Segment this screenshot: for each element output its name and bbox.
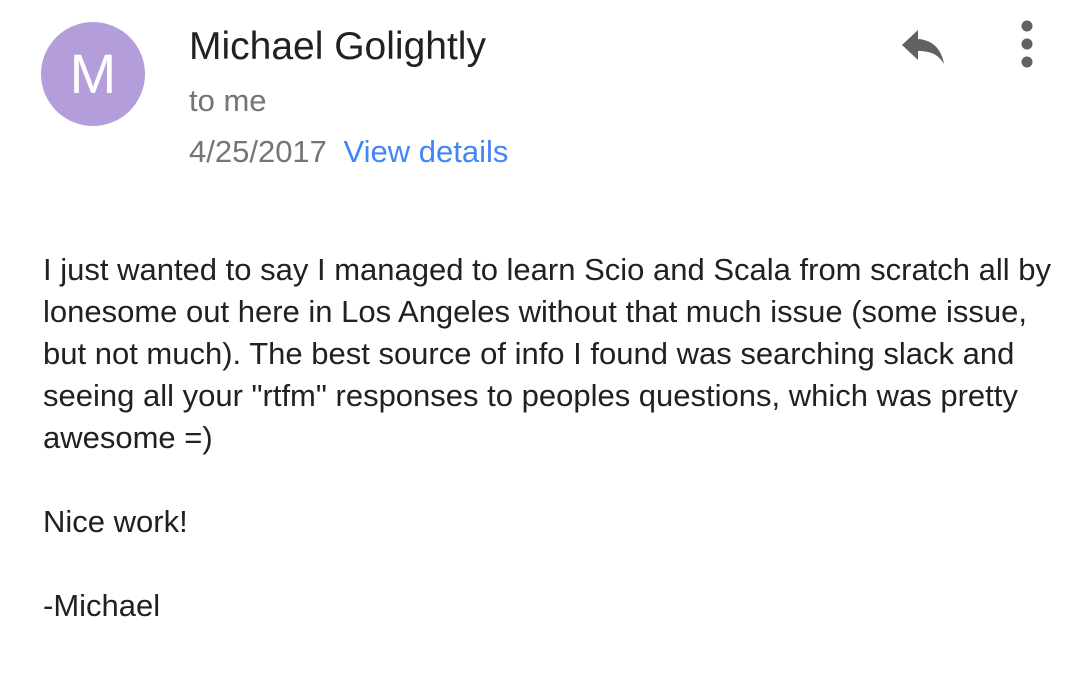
reply-button[interactable] — [893, 20, 953, 72]
message-date: 4/25/2017 — [189, 134, 327, 169]
message-signature: -Michael — [43, 588, 161, 623]
sender-avatar[interactable]: M — [41, 22, 145, 126]
more-options-button[interactable] — [1005, 18, 1049, 70]
message-paragraph: I just wanted to say I managed to learn … — [43, 252, 1052, 455]
sender-name[interactable]: Michael Golightly — [189, 25, 486, 69]
reply-icon — [902, 30, 944, 64]
recipient-line[interactable]: to me — [189, 82, 267, 120]
message-header: M Michael Golightly to me 4/25/2017 View… — [0, 0, 1080, 190]
message-paragraph: Nice work! — [43, 504, 188, 539]
email-message-view: M Michael Golightly to me 4/25/2017 View… — [0, 0, 1080, 682]
more-vert-icon — [1021, 20, 1033, 68]
message-meta: 4/25/2017 View details — [189, 133, 508, 171]
view-details-link[interactable]: View details — [344, 134, 509, 169]
avatar-initial: M — [69, 42, 117, 105]
message-body: I just wanted to say I managed to learn … — [43, 249, 1053, 627]
